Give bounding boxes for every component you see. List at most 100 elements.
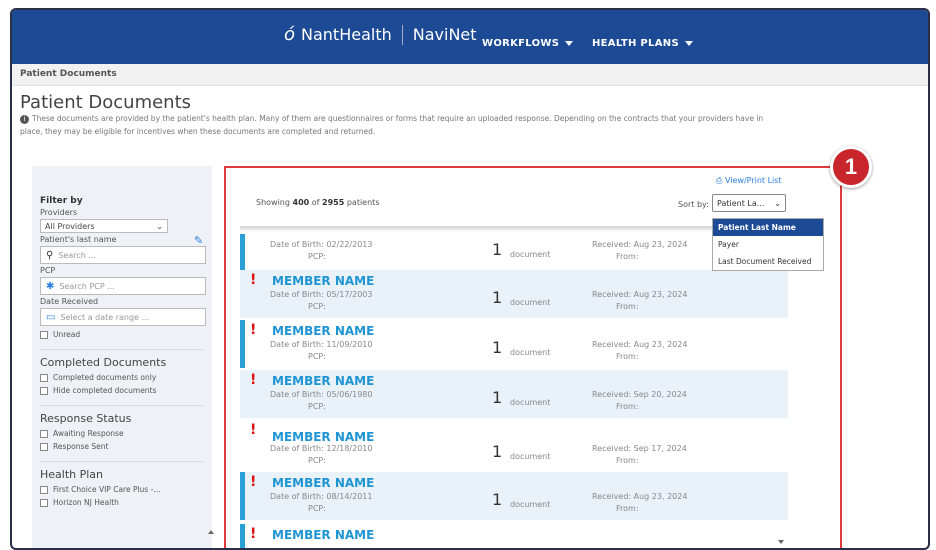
date-of-birth: Date of Birth: 05/17/2003 <box>270 290 373 299</box>
brand-name: NantHealth <box>301 25 392 44</box>
nav-health-plans[interactable]: HEALTH PLANS <box>592 38 693 49</box>
providers-select[interactable]: All Providers ⌄ <box>40 219 168 233</box>
breadcrumb-current[interactable]: Patient Documents <box>20 69 117 79</box>
alert-icon: ! <box>250 474 257 490</box>
providers-label: Providers <box>40 208 78 217</box>
sort-option-last-document-received[interactable]: Last Document Received <box>713 253 823 270</box>
unread-checkbox[interactable]: Unread <box>40 330 204 339</box>
chevron-down-icon <box>565 41 574 46</box>
health-plan-label: Horizon NJ Health <box>53 498 119 507</box>
date-of-birth: Date of Birth: 05/06/1980 <box>270 390 373 399</box>
patient-row[interactable]: ! MEMBER NAME Date of Birth: 05/17/2003 … <box>240 270 788 318</box>
document-count: 1 <box>492 240 503 259</box>
checkbox-icon <box>40 429 48 438</box>
app-window: ó NantHealth NaviNet WORKFLOWS HEALTH PL… <box>10 8 930 550</box>
checkbox-icon <box>40 373 48 382</box>
chevron-down-icon: ⌄ <box>156 221 163 231</box>
last-name-label: Patient's last name <box>40 235 117 244</box>
showing-of: of <box>311 198 320 207</box>
member-name-link[interactable]: MEMBER NAME <box>272 324 374 338</box>
checkbox-icon <box>40 442 48 451</box>
last-name-search-input[interactable]: ⚲ Search ... <box>40 246 206 264</box>
member-name-link[interactable]: MEMBER NAME <box>272 476 374 490</box>
document-label: document <box>510 348 551 357</box>
pcp-label: PCP: <box>308 252 326 261</box>
date-of-birth: Date of Birth: 12/18/2010 <box>270 444 373 453</box>
providers-select-value: All Providers <box>45 221 95 231</box>
logo-divider <box>401 24 403 45</box>
document-label: document <box>510 452 551 461</box>
pcp-search-input[interactable]: ✱ Search PCP ... <box>40 277 206 295</box>
date-range-placeholder: Select a date range ... <box>60 312 150 322</box>
navinet-logo[interactable]: ó NantHealth NaviNet <box>284 24 477 45</box>
product-name: NaviNet <box>412 25 477 44</box>
sort-by-dropdown: Patient Last Name Payer Last Document Re… <box>712 218 824 271</box>
health-plan-checkbox[interactable]: First Choice VIP Care Plus -... <box>40 485 204 494</box>
document-label: document <box>510 398 551 407</box>
completed-documents-heading: Completed Documents <box>40 349 204 369</box>
member-name-link[interactable]: MEMBER NAME <box>272 528 374 542</box>
unread-indicator <box>240 320 245 368</box>
unread-indicator <box>240 524 245 548</box>
breadcrumb: Patient Documents <box>12 64 928 86</box>
date-range-input[interactable]: ▭ Select a date range ... <box>40 308 206 326</box>
received-date: Received: Aug 23, 2024 <box>592 290 688 299</box>
date-of-birth: Date of Birth: 08/14/2011 <box>270 492 373 501</box>
scroll-down-arrow-icon[interactable] <box>778 540 784 544</box>
sort-option-payer[interactable]: Payer <box>713 236 823 253</box>
showing-total: 2955 <box>322 198 345 207</box>
from-label: From: <box>616 504 639 513</box>
completed-only-checkbox[interactable]: Completed documents only <box>40 373 204 382</box>
showing-count: 400 <box>292 198 310 207</box>
patient-row[interactable]: ! MEMBER NAME Date of Birth: 08/14/2011 … <box>240 472 788 520</box>
awaiting-response-checkbox[interactable]: Awaiting Response <box>40 429 204 438</box>
document-count: 1 <box>492 490 503 509</box>
pcp-label: PCP: <box>308 352 326 361</box>
date-of-birth: Date of Birth: 02/22/2013 <box>270 240 373 249</box>
page-notice: i These documents are provided by the pat… <box>20 112 780 138</box>
health-plan-checkbox[interactable]: Horizon NJ Health <box>40 498 204 507</box>
pcp-label: PCP: <box>308 302 326 311</box>
pcp-placeholder: Search PCP ... <box>59 281 115 291</box>
pcp-label: PCP: <box>308 402 326 411</box>
sort-option-patient-last-name[interactable]: Patient Last Name <box>713 219 823 236</box>
notice-text: These documents are provided by the pati… <box>20 114 764 136</box>
view-print-list-link[interactable]: ⎙ View/Print List <box>716 176 782 186</box>
patient-row[interactable]: ! MEMBER NAME <box>240 524 788 548</box>
document-count: 1 <box>492 288 503 307</box>
pcp-label: PCP <box>40 266 56 275</box>
patient-row[interactable]: ! MEMBER NAME Date of Birth: 12/18/2010 … <box>240 420 788 468</box>
from-label: From: <box>616 456 639 465</box>
document-label: document <box>510 298 551 307</box>
sort-by-value: Patient La... <box>717 198 765 208</box>
edit-pencil-icon[interactable]: ✎ <box>194 234 203 247</box>
member-name-link[interactable]: MEMBER NAME <box>272 274 374 288</box>
scroll-up-arrow-icon[interactable] <box>208 530 214 534</box>
filter-heading: Filter by <box>40 196 83 206</box>
response-sent-checkbox[interactable]: Response Sent <box>40 442 204 451</box>
unread-label: Unread <box>53 330 81 339</box>
page-title: Patient Documents <box>20 92 192 113</box>
showing-suffix: patients <box>346 198 380 207</box>
document-label: document <box>510 250 551 259</box>
sort-by-label: Sort by: <box>678 200 709 209</box>
hide-completed-checkbox[interactable]: Hide completed documents <box>40 386 204 395</box>
received-date: Received: Sep 17, 2024 <box>592 444 687 453</box>
patient-documents-panel: ⎙ View/Print List Showing 400 of 2955 pa… <box>224 166 842 548</box>
patient-row[interactable]: ! MEMBER NAME Date of Birth: 11/09/2010 … <box>240 320 788 368</box>
nav-workflows[interactable]: WORKFLOWS <box>482 38 574 49</box>
nanthealth-swoosh-icon: ó <box>284 24 296 45</box>
sort-by-select[interactable]: Patient La... ⌄ <box>712 194 786 212</box>
view-print-label: View/Print List <box>724 176 782 185</box>
search-icon: ⚲ <box>46 249 54 261</box>
member-name-link[interactable]: MEMBER NAME <box>272 374 374 388</box>
filter-sidebar: Filter by Providers All Providers ⌄ ✎ Pa… <box>32 166 214 548</box>
patient-row[interactable]: ! MEMBER NAME Date of Birth: 05/06/1980 … <box>240 370 788 418</box>
document-count: 1 <box>492 338 503 357</box>
health-plan-heading: Health Plan <box>40 461 204 481</box>
response-sent-label: Response Sent <box>53 442 109 451</box>
top-navigation-bar: ó NantHealth NaviNet WORKFLOWS HEALTH PL… <box>12 10 928 64</box>
from-label: From: <box>616 402 639 411</box>
member-name-link[interactable]: MEMBER NAME <box>272 430 374 444</box>
received-date: Received: Aug 23, 2024 <box>592 492 688 501</box>
